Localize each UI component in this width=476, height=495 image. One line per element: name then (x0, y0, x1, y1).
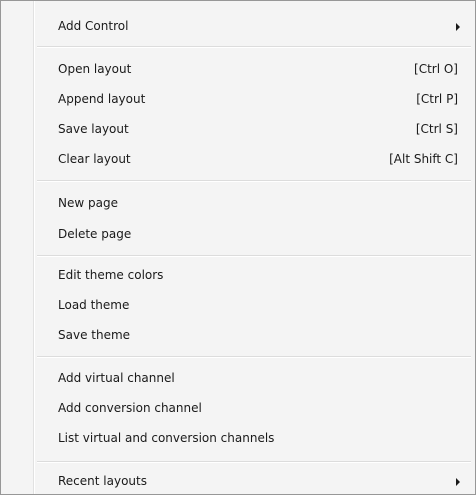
menu-item-label: Edit theme colors (58, 268, 164, 282)
menu-item-label: Open layout (58, 62, 132, 76)
menu-separator (37, 180, 471, 182)
menu-item-new-page[interactable]: New page (4, 191, 472, 217)
menu-item-save-theme[interactable]: Save theme (4, 323, 472, 349)
menu-item-label: New page (58, 196, 118, 210)
menu-item-label: Add Control (58, 19, 129, 33)
menu-item-clear-layout[interactable]: Clear layout [Alt Shift C] (4, 147, 472, 173)
menu-separator (37, 255, 471, 257)
menu-item-add-conversion-channel[interactable]: Add conversion channel (4, 396, 472, 422)
menu-item-edit-theme-colors[interactable]: Edit theme colors (4, 263, 472, 289)
menu-item-label: Add virtual channel (58, 371, 175, 385)
menu-item-label: Load theme (58, 298, 130, 312)
menu-item-save-layout[interactable]: Save layout [Ctrl S] (4, 117, 472, 143)
menu-item-label: Delete page (58, 227, 132, 241)
menu-item-open-layout[interactable]: Open layout [Ctrl O] (4, 57, 472, 83)
menu-item-shortcut: [Alt Shift C] (389, 152, 458, 166)
menu-item-append-layout[interactable]: Append layout [Ctrl P] (4, 87, 472, 113)
menu-item-shortcut: [Ctrl S] (415, 122, 458, 136)
menu-item-label: Add conversion channel (58, 401, 202, 415)
menu-item-label: Save theme (58, 328, 131, 342)
menu-item-add-control[interactable]: Add Control (4, 14, 472, 40)
menu-item-label: Append layout (58, 92, 146, 106)
context-menu: Add Control Open layout [Ctrl O] Append … (0, 0, 476, 495)
submenu-arrow-icon (456, 478, 460, 486)
menu-item-label: Save layout (58, 122, 129, 136)
menu-item-label: Clear layout (58, 152, 131, 166)
menu-item-label: Recent layouts (58, 474, 147, 488)
menu-item-shortcut: [Ctrl O] (414, 62, 458, 76)
menu-separator (37, 356, 471, 358)
submenu-arrow-icon (456, 23, 460, 31)
menu-item-label: List virtual and conversion channels (58, 431, 275, 445)
menu-item-delete-page[interactable]: Delete page (4, 222, 472, 248)
menu-item-list-channels[interactable]: List virtual and conversion channels (4, 426, 472, 452)
menu-item-load-theme[interactable]: Load theme (4, 293, 472, 319)
menu-separator (37, 46, 471, 48)
menu-item-shortcut: [Ctrl P] (416, 92, 458, 106)
menu-item-add-virtual-channel[interactable]: Add virtual channel (4, 366, 472, 392)
menu-item-recent-layouts[interactable]: Recent layouts (4, 469, 472, 495)
menu-separator (37, 461, 471, 463)
